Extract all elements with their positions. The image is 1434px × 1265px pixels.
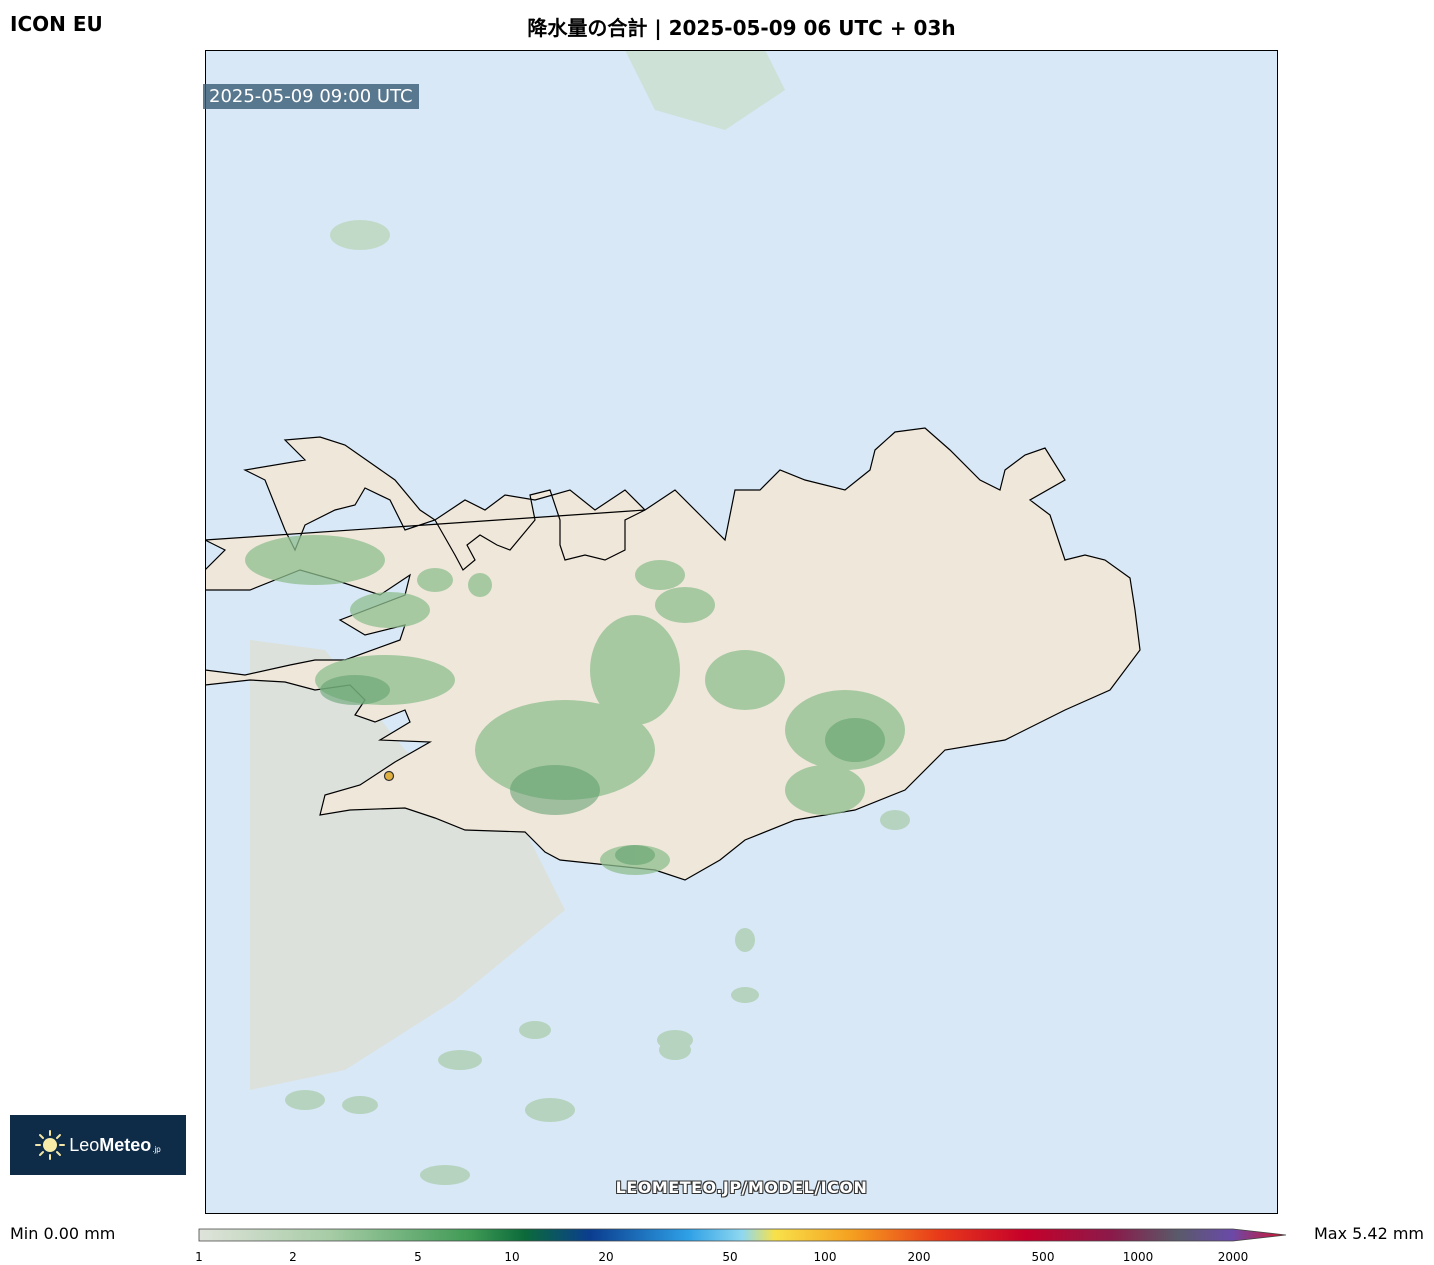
logo-text-meteo: Meteo: [99, 1134, 152, 1155]
legend-min-label: Min 0.00 mm: [10, 1224, 116, 1243]
map-title: 降水量の合計 | 2025-05-09 06 UTC + 03h: [527, 16, 956, 40]
legend-tick-label: 1000: [1122, 1250, 1154, 1264]
logo-text-leo: Leo: [69, 1134, 100, 1155]
legend-tick-label: 1: [195, 1250, 203, 1264]
legend-tick-label: 50: [722, 1250, 738, 1264]
sun-icon: [35, 1130, 66, 1160]
legend-tick-label: 2000: [1217, 1250, 1249, 1264]
watermark: LEOMETEO.JP/MODEL/ICON: [615, 1178, 868, 1197]
legend-tick-label: 5: [414, 1250, 422, 1264]
legend-tick-label: 500: [1031, 1250, 1055, 1264]
legend-tick-label: 200: [907, 1250, 931, 1264]
legend-tick-label: 100: [813, 1250, 837, 1264]
location-marker-icon: [383, 770, 395, 782]
leometeo-logo: Leo Meteo .jp: [10, 1115, 186, 1175]
model-name: ICON EU: [10, 12, 103, 36]
logo-text-jp: .jp: [152, 1144, 161, 1154]
legend-tick-label: 2: [289, 1250, 297, 1264]
map-area: [205, 50, 1278, 1214]
legend-max-label: Max 5.42 mm: [1313, 1224, 1424, 1243]
valid-time-badge: 2025-05-09 09:00 UTC: [203, 84, 419, 109]
map-canvas: [205, 50, 1278, 1214]
legend-colorbar: [198, 1228, 1287, 1242]
legend-tick-label: 20: [598, 1250, 614, 1264]
legend-tick-label: 10: [504, 1250, 520, 1264]
